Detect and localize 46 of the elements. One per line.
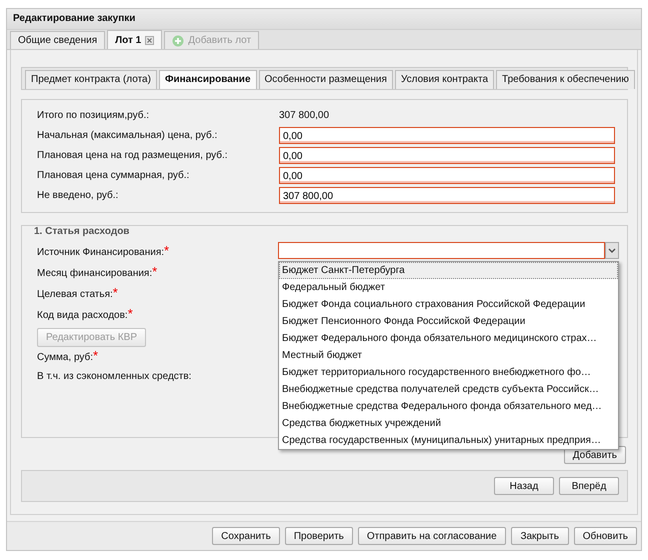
field-label: Начальная (максимальная) цена, руб.: — [37, 129, 218, 142]
field-label: В т.ч. из сэкономленных средств: — [37, 371, 192, 382]
plus-icon — [172, 34, 184, 46]
dropdown-option[interactable]: Бюджет Фонда социального страхования Российской Федерации — [279, 296, 618, 313]
tab[interactable]: Лот 1 — [107, 30, 162, 49]
input-field[interactable]: 0,00 — [279, 127, 615, 144]
combo-box[interactable] — [278, 242, 605, 259]
dropdown-option[interactable]: Бюджет Пенсионного Фонда Российской Федерации — [279, 313, 618, 330]
total-value: 307 800,00 — [279, 109, 330, 123]
nav-button[interactable]: Вперёд — [559, 477, 619, 495]
dropdown-option[interactable]: Бюджет Федерального фонда обязательного медицинского страх… — [279, 330, 618, 347]
tab[interactable]: Финансирование — [158, 70, 257, 89]
tab[interactable]: Требования к обеспечению — [496, 70, 635, 89]
field-label: Источник Финансирования:* — [37, 243, 170, 258]
tab[interactable]: Общие сведения — [10, 31, 106, 49]
tab[interactable]: Условия контракта — [394, 70, 494, 89]
field-label: Итого по позициям,руб.: — [37, 109, 150, 122]
field-label: Не введено, руб.: — [37, 189, 120, 202]
field-label: Плановая цена на год размещения, руб.: — [37, 149, 229, 162]
dropdown-option[interactable]: Бюджет территориального государственного внебюджетного фо… — [279, 364, 618, 381]
footer-button[interactable]: Отправить на согласование — [358, 527, 506, 545]
dropdown-icon[interactable] — [605, 242, 619, 259]
footer-button[interactable]: Закрыть — [510, 527, 569, 545]
dropdown-option[interactable]: Местный бюджет — [279, 347, 618, 364]
field-label: Месяц финансирования:* — [37, 264, 158, 279]
field-label: Целевая статья:* — [37, 285, 119, 300]
input-field[interactable]: 0,00 — [279, 147, 615, 164]
footer-button[interactable]: Обновить — [574, 527, 637, 545]
dropdown-option[interactable]: Средства государственных (муниципальных) унитарных предприя… — [279, 432, 618, 449]
dropdown-option[interactable]: Внебюджетные средства получателей средств субъекта Российск… — [279, 381, 618, 398]
tab[interactable]: Особенности размещения — [258, 70, 393, 89]
field-label: Плановая цена суммарная, руб.: — [37, 169, 190, 182]
footer-button[interactable]: Сохранить — [212, 527, 280, 545]
dropdown-option[interactable]: Бюджет Санкт-Петербурга — [279, 262, 618, 279]
close-icon[interactable] — [145, 36, 154, 44]
field-label: Код вида расходов:* — [37, 306, 134, 321]
dropdown-option[interactable]: Федеральный бюджет — [279, 279, 618, 296]
window-title: Редактирование закупки — [7, 9, 641, 30]
dropdown-option[interactable]: Средства бюджетных учреждений — [279, 415, 618, 432]
input-field[interactable]: 0,00 — [279, 167, 615, 184]
field-label: Сумма, руб:* — [37, 348, 100, 363]
nav-button[interactable]: Назад — [494, 477, 554, 495]
dropdown-option[interactable]: Внебюджетные средства Федерального фонда обязательного мед… — [279, 398, 618, 415]
input-field[interactable]: 307 800,00 — [279, 187, 615, 204]
footer-button[interactable]: Проверить — [284, 527, 353, 545]
tab[interactable]: Предмет контракта (лота) — [25, 70, 157, 89]
